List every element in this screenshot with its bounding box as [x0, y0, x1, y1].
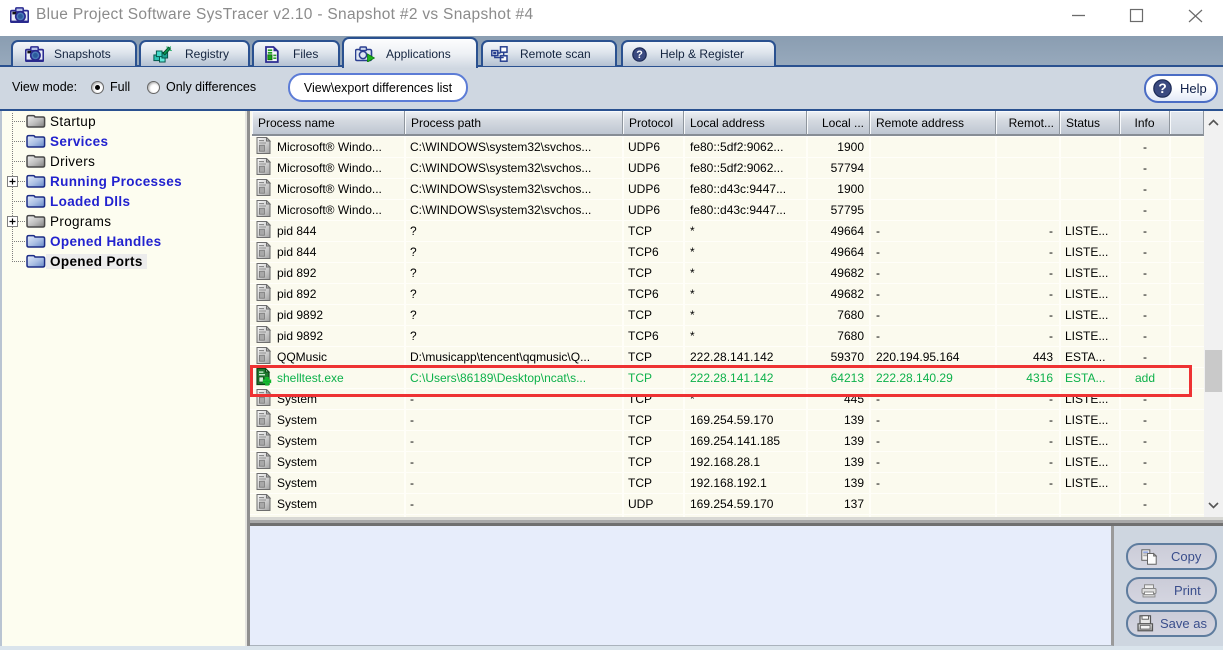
svg-text:?: ? [636, 48, 643, 60]
svg-text:?: ? [1158, 81, 1166, 96]
